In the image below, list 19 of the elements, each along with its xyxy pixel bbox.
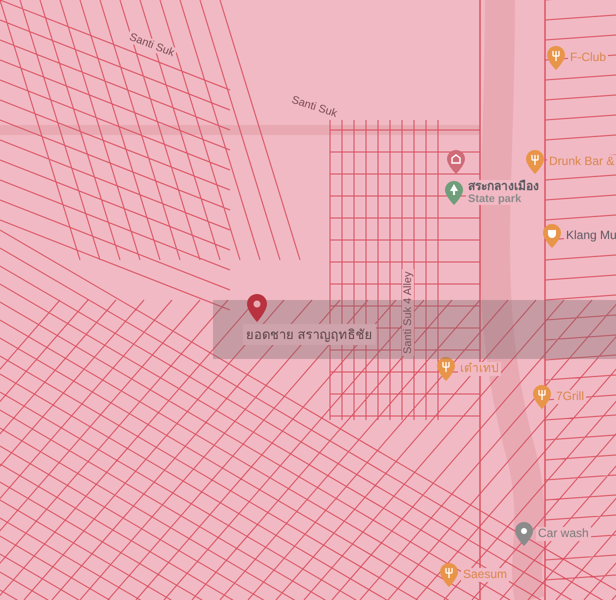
fork-pin-icon[interactable]	[437, 357, 455, 381]
place-label[interactable]: สระกลางเมือง State park	[466, 180, 541, 206]
location-pin-icon	[247, 294, 267, 322]
street-label: Santi Suk 4 Alley	[402, 269, 414, 356]
place-label[interactable]: Car wash	[536, 527, 591, 541]
fork-pin-icon[interactable]	[547, 46, 565, 70]
place-label[interactable]: เต๋าเทป	[458, 362, 501, 376]
place-label[interactable]: Saesum	[461, 568, 510, 582]
fork-pin-icon[interactable]	[533, 385, 551, 409]
map-view[interactable]: Santi Suk Santi Suk Santi Suk 4 Alley F-Club Drunk Bar & สระกลางเมือง State park Klang Mu เต๋าเทป 7Grill Car wash Saesum ยอดชาย สราญฤทธิชัย	[0, 0, 616, 600]
tree-pin-icon[interactable]	[445, 180, 463, 205]
cup-pin-icon[interactable]	[543, 224, 561, 248]
fork-pin-icon[interactable]	[526, 150, 544, 174]
place-label[interactable]: 7Grill	[554, 390, 586, 404]
location-name: ยอดชาย สราญฤทธิชัย	[243, 324, 376, 345]
place-pin-icon[interactable]	[515, 522, 533, 546]
house-pin-icon[interactable]	[447, 150, 465, 174]
place-label[interactable]: Klang Mu	[564, 229, 616, 243]
fork-pin-icon[interactable]	[440, 563, 458, 587]
